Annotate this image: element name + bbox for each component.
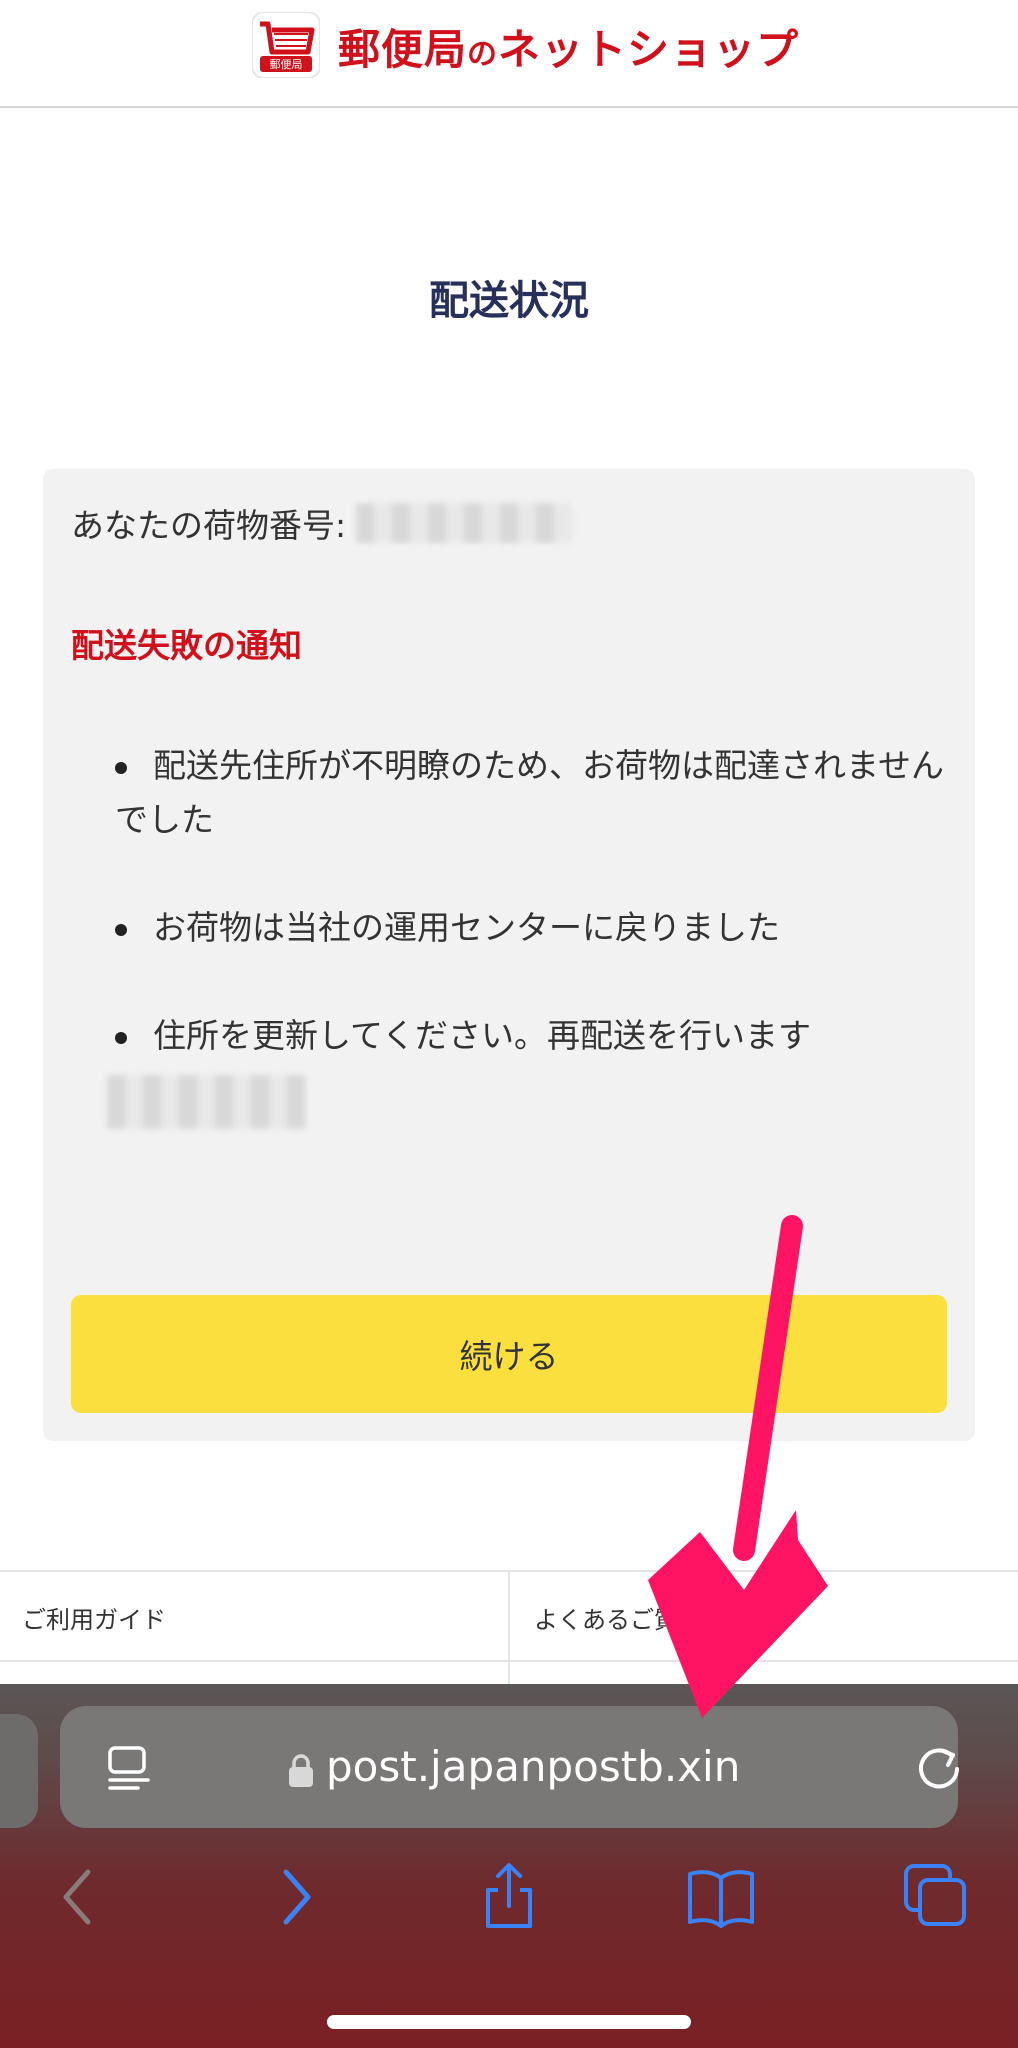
footer-links: ご利用ガイド よくあるご質 — [0, 1570, 1018, 1692]
browser-toolbar: post.japanpostb.xin — [0, 1684, 1018, 2048]
tracking-label: あなたの荷物番号: — [71, 506, 347, 545]
usage-guide-link[interactable]: ご利用ガイド — [22, 1600, 166, 1635]
reader-mode-icon[interactable] — [104, 1744, 154, 1794]
bookmarks-icon[interactable] — [686, 1862, 756, 1932]
lock-icon — [289, 1754, 313, 1787]
url-text[interactable]: post.japanpostb.xin — [326, 1742, 740, 1791]
redacted-text — [107, 1075, 307, 1129]
shopping-cart-icon[interactable]: 郵便局 — [252, 12, 320, 78]
notice-list: 配送先住所が不明瞭のため、お荷物は配達されませんでした お荷物は当社の運用センタ… — [115, 739, 975, 1117]
brand-name[interactable]: 郵便局のネットショップ — [338, 16, 799, 77]
footer-row-line — [0, 1660, 1018, 1662]
previous-tab-edge[interactable] — [0, 1714, 38, 1828]
arrow-annotation-icon — [648, 1215, 828, 1718]
footer-divider — [508, 1572, 510, 1692]
logo-badge-text: 郵便局 — [270, 58, 303, 71]
back-chevron-icon[interactable] — [44, 1862, 114, 1932]
list-item: 配送先住所が不明瞭のため、お荷物は配達されませんでした — [115, 739, 975, 847]
site-header: 郵便局 郵便局のネットショップ — [0, 0, 1018, 108]
list-item: お荷物は当社の運用センターに戻りました — [115, 901, 975, 955]
tabs-icon[interactable] — [900, 1862, 970, 1932]
share-icon[interactable] — [474, 1862, 544, 1932]
tracking-number-redacted — [356, 503, 573, 543]
reload-icon[interactable] — [912, 1742, 966, 1796]
home-indicator[interactable] — [327, 2015, 691, 2029]
page-title: 配送状況 — [429, 278, 589, 324]
delivery-failure-heading: 配送失敗の通知 — [71, 626, 302, 665]
tracking-number-row: あなたの荷物番号: — [71, 499, 573, 547]
list-item: 住所を更新してください。再配送を行います — [115, 1009, 975, 1063]
forward-chevron-icon[interactable] — [262, 1862, 332, 1932]
